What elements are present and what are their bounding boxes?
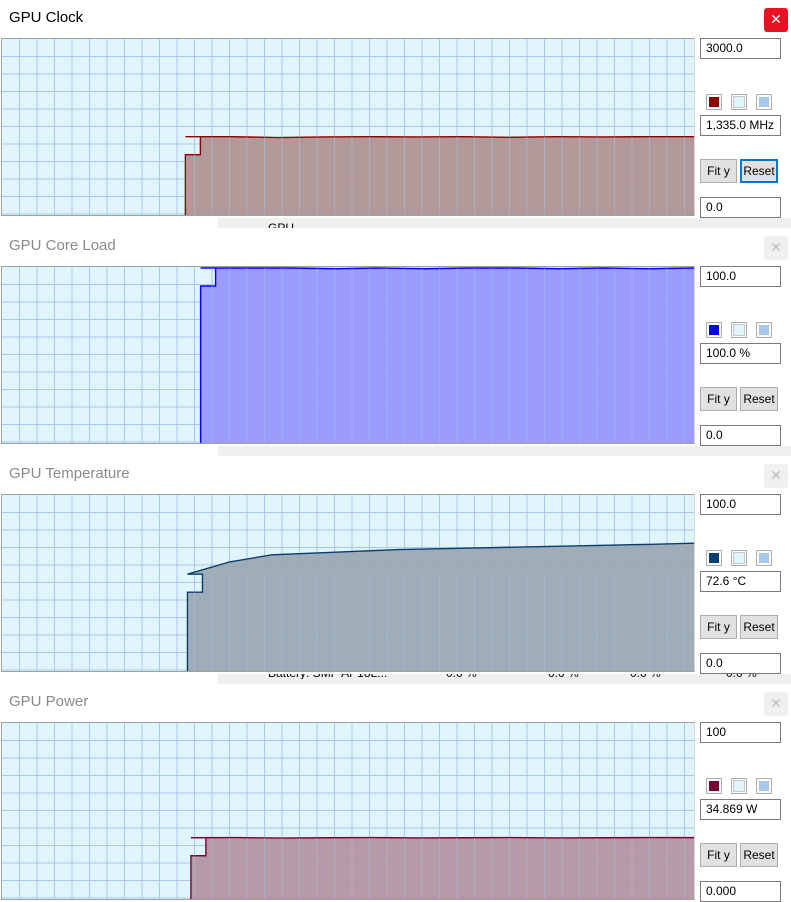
graph-svg xyxy=(2,39,694,215)
background-color-swatch xyxy=(733,780,745,792)
line-color-swatch xyxy=(709,553,719,563)
title-bar[interactable]: GPU Core Load ✕ xyxy=(0,228,791,266)
reset-button[interactable]: Reset xyxy=(740,159,778,183)
max-value-field[interactable]: 100.0 xyxy=(700,494,781,515)
current-value-field[interactable]: 72.6 °C xyxy=(700,571,781,592)
grid-color-button[interactable] xyxy=(756,778,772,794)
close-button[interactable]: ✕ xyxy=(764,8,788,32)
title-bar[interactable]: GPU Clock ✕ xyxy=(0,0,791,38)
background-color-button[interactable] xyxy=(731,322,747,338)
window-title: GPU Core Load xyxy=(9,237,116,254)
reset-button[interactable]: Reset xyxy=(740,387,778,411)
title-bar[interactable]: GPU Temperature ✕ xyxy=(0,456,791,494)
graph-area[interactable] xyxy=(1,722,695,900)
window-title: GPU Temperature xyxy=(9,465,130,482)
title-bar[interactable]: GPU Power ✕ xyxy=(0,684,791,722)
grid-color-button[interactable] xyxy=(756,550,772,566)
line-color-button[interactable] xyxy=(706,94,722,110)
close-button[interactable]: ✕ xyxy=(764,464,788,488)
close-icon: ✕ xyxy=(770,468,782,484)
background-color-swatch xyxy=(733,552,745,564)
graph-area[interactable] xyxy=(1,494,695,672)
graph-svg xyxy=(2,267,694,443)
plot-window-temp: GPU Temperature ✕ 100.0 72.6 °C Fit y Re… xyxy=(0,456,791,674)
series-area xyxy=(190,837,694,899)
fit-y-button[interactable]: Fit y xyxy=(700,615,737,639)
background-color-swatch xyxy=(733,96,745,108)
grid-color-swatch xyxy=(759,781,769,791)
close-icon: ✕ xyxy=(770,696,782,712)
current-value-field[interactable]: 1,335.0 MHz xyxy=(700,115,781,136)
graph-svg xyxy=(2,495,694,671)
grid-color-swatch xyxy=(759,97,769,107)
max-value-field[interactable]: 100 xyxy=(700,722,781,743)
max-value-field[interactable]: 3000.0 xyxy=(700,38,781,59)
current-value-field[interactable]: 100.0 % xyxy=(700,343,781,364)
background-color-button[interactable] xyxy=(731,94,747,110)
graph-svg xyxy=(2,723,694,899)
side-panel: 100 34.869 W Fit y Reset 0.000 xyxy=(696,722,791,902)
grid-color-button[interactable] xyxy=(756,94,772,110)
graph-area[interactable] xyxy=(1,266,695,444)
fit-y-button[interactable]: Fit y xyxy=(700,387,737,411)
graph-area[interactable] xyxy=(1,38,695,216)
plot-window-load: GPU Core Load ✕ 100.0 100.0 % Fit y Rese… xyxy=(0,228,791,446)
max-value-field[interactable]: 100.0 xyxy=(700,266,781,287)
background-color-swatch xyxy=(733,324,745,336)
line-color-swatch xyxy=(709,781,719,791)
close-button[interactable]: ✕ xyxy=(764,692,788,716)
line-color-button[interactable] xyxy=(706,322,722,338)
plot-window-power: GPU Power ✕ 100 34.869 W Fit y Reset 0.0… xyxy=(0,684,791,902)
grid-color-button[interactable] xyxy=(756,322,772,338)
grid-color-swatch xyxy=(759,325,769,335)
side-panel: 100.0 72.6 °C Fit y Reset 0.0 xyxy=(696,494,791,674)
line-color-button[interactable] xyxy=(706,550,722,566)
min-value-field[interactable]: 0.0 xyxy=(700,425,781,446)
line-color-button[interactable] xyxy=(706,778,722,794)
plot-window-clock: GPU Clock ✕ 3000.0 1,335.0 MHz Fit y Res… xyxy=(0,0,791,218)
min-value-field[interactable]: 0.0 xyxy=(700,197,781,218)
series-area xyxy=(187,543,694,671)
close-icon: ✕ xyxy=(770,240,782,256)
line-color-swatch xyxy=(709,97,719,107)
window-title: GPU Power xyxy=(9,693,89,710)
min-value-field[interactable]: 0.000 xyxy=(700,881,781,902)
window-title: GPU Clock xyxy=(9,9,84,26)
close-icon: ✕ xyxy=(770,12,782,28)
min-value-field[interactable]: 0.0 xyxy=(700,653,781,674)
current-value-field[interactable]: 34.869 W xyxy=(700,799,781,820)
background-color-button[interactable] xyxy=(731,550,747,566)
series-area xyxy=(200,268,694,443)
side-panel: 100.0 100.0 % Fit y Reset 0.0 xyxy=(696,266,791,446)
background-color-button[interactable] xyxy=(731,778,747,794)
side-panel: 3000.0 1,335.0 MHz Fit y Reset 0.0 xyxy=(696,38,791,218)
fit-y-button[interactable]: Fit y xyxy=(700,843,737,867)
reset-button[interactable]: Reset xyxy=(740,843,778,867)
close-button[interactable]: ✕ xyxy=(764,236,788,260)
fit-y-button[interactable]: Fit y xyxy=(700,159,737,183)
grid-color-swatch xyxy=(759,553,769,563)
reset-button[interactable]: Reset xyxy=(740,615,778,639)
line-color-swatch xyxy=(709,325,719,335)
